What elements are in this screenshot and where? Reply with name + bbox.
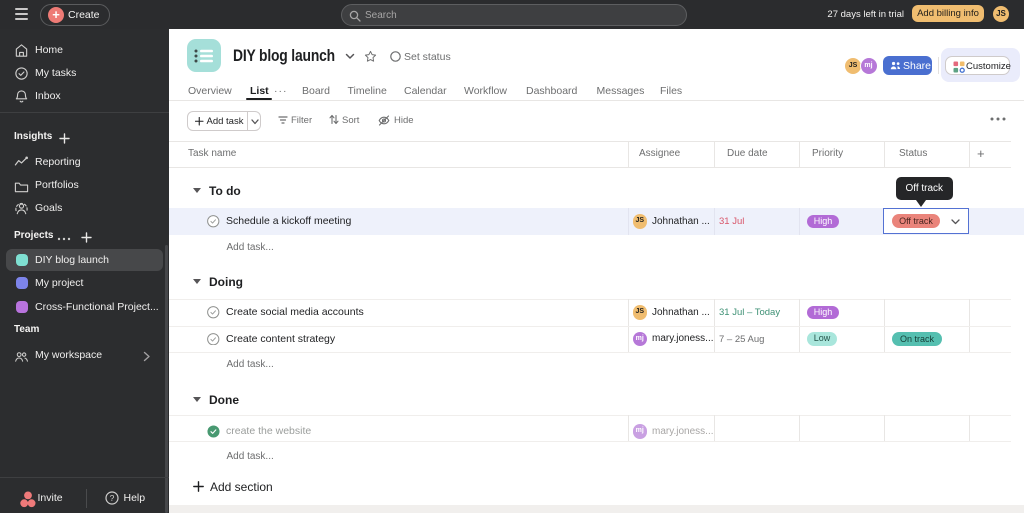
- svg-text:?: ?: [110, 493, 115, 503]
